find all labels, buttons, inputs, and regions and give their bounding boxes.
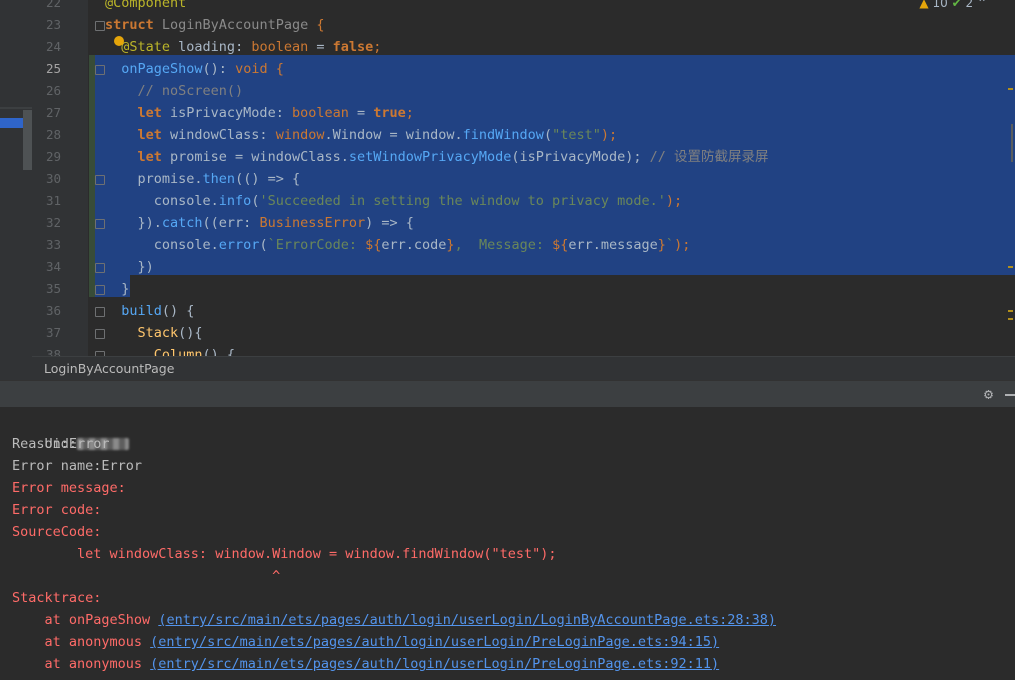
breadcrumb-item[interactable]: LoginByAccountPage	[44, 361, 174, 376]
line-number: 35	[45, 281, 61, 296]
line-number: 33	[45, 237, 61, 252]
breadcrumb[interactable]: LoginByAccountPage	[32, 356, 1015, 381]
error-caret: ^	[12, 568, 281, 584]
error-message-line: Error message:	[12, 480, 126, 496]
code-text: let isPrivacyMode: boolean = true;	[105, 105, 414, 121]
line-number: 27	[45, 105, 61, 120]
line-number: 24	[45, 39, 61, 54]
fold-toggle-icon[interactable]	[95, 285, 105, 295]
code-line[interactable]: 37 Stack(){	[32, 322, 1015, 344]
inspection-warning-count: 10	[932, 0, 948, 10]
fold-toggle-icon[interactable]	[95, 21, 105, 31]
console-output[interactable]: Uid: Reason:Error Error name:Error Error…	[0, 407, 1015, 680]
uid-line: Uid:	[12, 411, 130, 452]
line-number: 36	[45, 303, 61, 318]
stack-frame-function: at anonymous	[12, 634, 151, 650]
code-line[interactable]: 25 onPageShow(): void {	[32, 58, 1015, 80]
line-number: 37	[45, 325, 61, 340]
strip-selection-marker	[0, 118, 23, 128]
code-text: promise.then(() => {	[105, 171, 301, 187]
code-line[interactable]: 38 Column() {	[32, 344, 1015, 356]
strip-scroll-marker	[23, 110, 32, 170]
code-line[interactable]: 36 build() {	[32, 300, 1015, 322]
fold-toggle-icon[interactable]	[95, 65, 105, 75]
stack-frame-link[interactable]: (entry/src/main/ets/pages/auth/login/use…	[158, 612, 776, 628]
tool-window-strip	[0, 0, 32, 380]
fold-toggle-icon[interactable]	[95, 263, 105, 273]
line-number: 31	[45, 193, 61, 208]
code-text: let windowClass: window.Window = window.…	[105, 127, 618, 143]
line-number: 29	[45, 149, 61, 164]
source-code-label: SourceCode:	[12, 524, 102, 540]
code-text: struct LoginByAccountPage {	[105, 17, 325, 33]
code-line[interactable]: 32 }).catch((err: BusinessError) => {	[32, 212, 1015, 234]
code-line[interactable]: 33 console.error(`ErrorCode: ${err.code}…	[32, 234, 1015, 256]
stack-frame: at onPageShow (entry/src/main/ets/pages/…	[12, 609, 777, 631]
minimize-icon[interactable]	[1005, 394, 1015, 396]
line-number: 28	[45, 127, 61, 142]
inspection-ok-count: 2	[965, 0, 974, 10]
code-text: }	[105, 281, 130, 297]
code-text: }).catch((err: BusinessError) => {	[105, 215, 414, 231]
console-toolbar: ⚙	[0, 380, 1015, 408]
fold-toggle-icon[interactable]	[95, 329, 105, 339]
code-text: let promise = windowClass.setWindowPriva…	[105, 149, 769, 165]
gear-icon[interactable]: ⚙	[984, 386, 993, 402]
code-line[interactable]: 22 @Component	[32, 0, 1015, 14]
line-number: 38	[45, 347, 61, 356]
code-line[interactable]: 26 // noScreen()	[32, 80, 1015, 102]
code-line[interactable]: 35 }	[32, 278, 1015, 300]
stacktrace-label: Stacktrace:	[12, 590, 102, 606]
strip-divider	[0, 107, 32, 109]
check-icon: ✔	[951, 0, 962, 10]
line-number: 30	[45, 171, 61, 186]
code-line[interactable]: 28 let windowClass: window.Window = wind…	[32, 124, 1015, 146]
code-text: @State loading: boolean = false;	[105, 39, 382, 55]
code-text: console.error(`ErrorCode: ${err.code}, M…	[105, 237, 691, 253]
reason-line: Reason:Error	[12, 436, 110, 452]
error-name-line: Error name:Error	[12, 458, 143, 474]
line-number: 34	[45, 259, 61, 274]
fold-toggle-icon[interactable]	[95, 307, 105, 317]
line-number: 25	[45, 61, 61, 76]
code-text: Stack(){	[105, 325, 203, 341]
line-number: 23	[45, 17, 61, 32]
stack-frame-link[interactable]: (entry/src/main/ets/pages/auth/login/use…	[150, 656, 719, 672]
fold-toggle-icon[interactable]	[95, 219, 105, 229]
code-text: build() {	[105, 303, 195, 319]
code-line[interactable]: 31 console.info('Succeeded in setting th…	[32, 190, 1015, 212]
code-text: Column() {	[105, 347, 236, 356]
chevron-up-icon[interactable]: ⌃	[977, 0, 987, 10]
stack-frame: at anonymous (entry/src/main/ets/pages/a…	[12, 653, 720, 675]
code-line[interactable]: 34 })	[32, 256, 1015, 278]
code-line[interactable]: 29 let promise = windowClass.setWindowPr…	[32, 146, 1015, 168]
fold-toggle-icon[interactable]	[95, 175, 105, 185]
code-text: onPageShow(): void {	[105, 61, 284, 77]
code-text: console.info('Succeeded in setting the w…	[105, 193, 683, 209]
warning-icon: ▲	[919, 0, 929, 10]
source-code-line: let windowClass: window.Window = window.…	[12, 546, 557, 562]
stack-frame-function: at anonymous	[12, 656, 151, 672]
code-editor[interactable]: 22 @Component 23 struct LoginByAccountPage …	[32, 0, 1015, 356]
code-text: @Component	[105, 0, 187, 11]
stack-frame-function: at onPageShow	[12, 612, 159, 628]
inspection-widget[interactable]: ▲ 10 ✔ 2 ⌃	[919, 0, 987, 10]
stack-frame-link[interactable]: (entry/src/main/ets/pages/auth/login/use…	[150, 634, 719, 650]
code-line[interactable]: 23 struct LoginByAccountPage {	[32, 14, 1015, 36]
code-line[interactable]: 30 promise.then(() => {	[32, 168, 1015, 190]
line-number: 32	[45, 215, 61, 230]
intention-bulb-icon[interactable]	[114, 36, 124, 46]
line-number: 26	[45, 83, 61, 98]
error-code-line: Error code:	[12, 502, 102, 518]
code-text: // noScreen()	[105, 83, 244, 99]
code-line[interactable]: 24 @State loading: boolean = false;	[32, 36, 1015, 58]
code-text: })	[105, 259, 154, 275]
line-number: 22	[45, 0, 61, 10]
stack-frame: at anonymous (entry/src/main/ets/pages/a…	[12, 631, 720, 653]
code-line[interactable]: 27 let isPrivacyMode: boolean = true;	[32, 102, 1015, 124]
